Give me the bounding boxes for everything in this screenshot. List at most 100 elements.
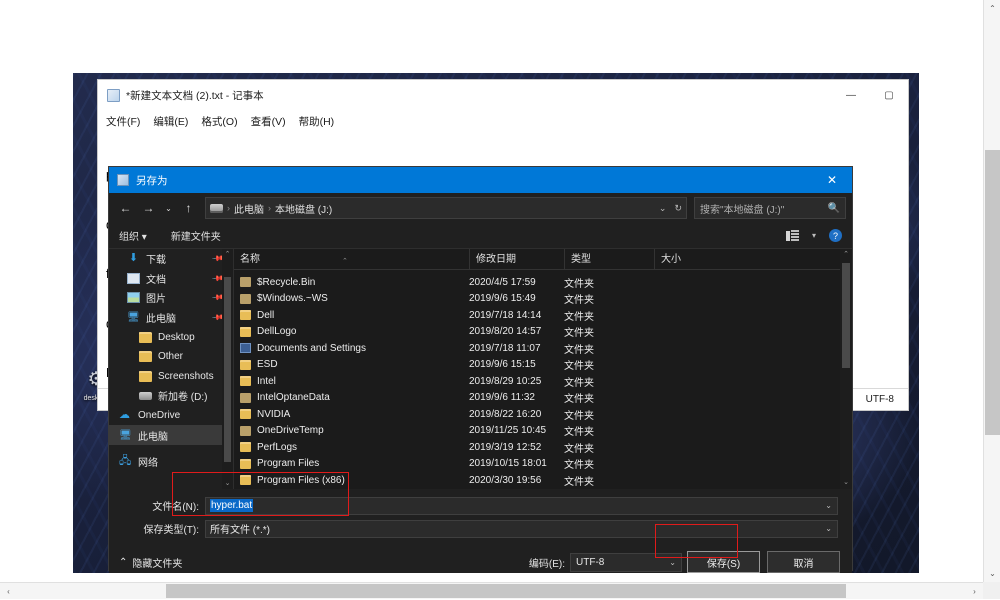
- sidebar-item-desktop[interactable]: Desktop: [109, 327, 233, 347]
- file-name: $Windows.~WS: [257, 293, 328, 304]
- encoding-status: UTF-8: [852, 394, 908, 405]
- filename-input[interactable]: hyper.bat ⌄: [205, 497, 838, 515]
- table-row[interactable]: $Recycle.Bin 2020/4/5 17:59 文件夹: [234, 274, 852, 291]
- menu-view[interactable]: 查看(V): [251, 114, 286, 129]
- address-bar[interactable]: › 此电脑 › 本地磁盘 (J:) ⌄ ↻: [205, 197, 687, 219]
- maximize-button[interactable]: ▢: [870, 80, 908, 110]
- resize-grip[interactable]: ◢: [844, 572, 850, 573]
- scrollbar-thumb[interactable]: [166, 584, 846, 598]
- table-row[interactable]: Documents and Settings 2019/7/18 11:07 文…: [234, 340, 852, 357]
- table-row[interactable]: ESD 2019/9/6 15:15 文件夹: [234, 357, 852, 374]
- sidebar-item-downloads[interactable]: ⬇ 下载 📌: [109, 249, 233, 269]
- column-header-name[interactable]: 名称 ⌃: [234, 249, 469, 270]
- column-header-type[interactable]: 类型: [564, 249, 654, 270]
- menu-edit[interactable]: 编辑(E): [153, 114, 188, 129]
- column-header-date[interactable]: 修改日期: [469, 249, 564, 270]
- sidebar-scrollbar[interactable]: ⌃ ⌄: [222, 249, 233, 489]
- chevron-down-icon[interactable]: ⌄: [669, 558, 676, 567]
- scroll-right-icon[interactable]: ›: [966, 583, 983, 600]
- sidebar-item-documents[interactable]: 文档 📌: [109, 269, 233, 289]
- table-row[interactable]: NVIDIA 2019/8/22 16:20 文件夹: [234, 406, 852, 423]
- menu-help[interactable]: 帮助(H): [299, 114, 335, 129]
- sidebar-item-this-pc-pinned[interactable]: 🖥 此电脑 📌: [109, 308, 233, 328]
- sidebar-item-this-pc[interactable]: 🖥 此电脑: [109, 425, 233, 445]
- recent-locations-icon[interactable]: ⌄: [161, 197, 176, 219]
- sidebar-item-new-volume-d[interactable]: 新加卷 (D:): [109, 386, 233, 406]
- breadcrumb-local-disk[interactable]: 本地磁盘 (J:): [275, 201, 332, 216]
- table-row[interactable]: PerfLogs 2019/3/19 12:52 文件夹: [234, 439, 852, 456]
- minimize-button[interactable]: —: [832, 80, 870, 110]
- table-row[interactable]: Program Files 2019/10/15 18:01 文件夹: [234, 456, 852, 473]
- table-row[interactable]: OneDriveTemp 2019/11/25 10:45 文件夹: [234, 423, 852, 440]
- back-icon[interactable]: ←: [115, 197, 136, 219]
- cancel-button[interactable]: 取消: [767, 551, 840, 573]
- address-bar-actions[interactable]: ⌄ ↻: [659, 203, 682, 214]
- chevron-down-icon[interactable]: ⌄: [825, 524, 832, 533]
- new-folder-button[interactable]: 新建文件夹: [171, 228, 221, 243]
- file-list-header[interactable]: 名称 ⌃ 修改日期 类型 大小: [234, 249, 852, 270]
- up-icon[interactable]: ↑: [178, 197, 199, 219]
- table-row[interactable]: Program Files (x86) 2020/3/30 19:56 文件夹: [234, 472, 852, 489]
- sidebar-item-screenshots[interactable]: Screenshots: [109, 367, 233, 387]
- organize-button[interactable]: 组织 ▾: [119, 228, 147, 243]
- table-row[interactable]: Intel 2019/8/29 10:25 文件夹: [234, 373, 852, 390]
- scroll-up-icon[interactable]: ⌃: [222, 249, 233, 260]
- table-row[interactable]: DellLogo 2019/8/20 14:57 文件夹: [234, 324, 852, 341]
- toolbar-right-group[interactable]: ▾ ?: [786, 229, 842, 242]
- dialog-navigation-bar[interactable]: ← → ⌄ ↑ › 此电脑 › 本地磁盘 (J:) ⌄ ↻ 搜索"本地磁盘 (J: [109, 193, 852, 223]
- search-input[interactable]: 搜索"本地磁盘 (J:)" 🔍: [694, 197, 846, 219]
- file-list-scrollbar[interactable]: ⌃ ⌄: [840, 249, 852, 489]
- scroll-up-icon[interactable]: ⌃: [984, 0, 1000, 17]
- hide-folders-toggle[interactable]: ⌃ 隐藏文件夹: [119, 555, 182, 570]
- sidebar-item-onedrive[interactable]: ☁ OneDrive: [109, 406, 233, 426]
- notepad-window-controls[interactable]: — ▢: [832, 80, 908, 110]
- scrollbar-thumb[interactable]: [842, 263, 850, 368]
- notepad-menubar[interactable]: 文件(F) 编辑(E) 格式(O) 查看(V) 帮助(H): [98, 110, 908, 132]
- view-caret-icon[interactable]: ▾: [812, 231, 816, 240]
- hide-folders-label: 隐藏文件夹: [132, 555, 182, 570]
- dialog-toolbar[interactable]: 组织 ▾ 新建文件夹 ▾ ?: [109, 223, 852, 249]
- page-horizontal-scrollbar[interactable]: ‹ ›: [0, 582, 1000, 599]
- folder-icon: [139, 351, 152, 362]
- scrollbar-thumb[interactable]: [985, 150, 1000, 435]
- chevron-down-icon[interactable]: ⌄: [659, 203, 667, 214]
- search-icon[interactable]: 🔍: [828, 203, 840, 214]
- sidebar-item-network[interactable]: 🖧 网络: [109, 452, 233, 472]
- scroll-down-icon[interactable]: ⌄: [984, 565, 1000, 582]
- forward-icon[interactable]: →: [138, 197, 159, 219]
- scroll-down-icon[interactable]: ⌄: [840, 477, 852, 489]
- refresh-icon[interactable]: ↻: [674, 203, 682, 214]
- notepad-titlebar[interactable]: *新建文本文档 (2).txt - 记事本 — ▢: [98, 80, 908, 110]
- dialog-titlebar[interactable]: 另存为 ✕: [109, 167, 852, 193]
- page-vertical-scrollbar[interactable]: ⌃ ⌄: [983, 0, 1000, 582]
- table-row[interactable]: Dell 2019/7/18 14:14 文件夹: [234, 307, 852, 324]
- menu-file[interactable]: 文件(F): [106, 114, 140, 129]
- filetype-select[interactable]: 所有文件 (*.*) ⌄: [205, 520, 838, 538]
- help-icon[interactable]: ?: [829, 229, 842, 242]
- sidebar-item-label: Desktop: [158, 332, 195, 343]
- filetype-label: 保存类型(T):: [109, 521, 205, 536]
- view-layout-icon[interactable]: [786, 230, 799, 241]
- folder-dim-icon: [240, 393, 251, 403]
- chevron-down-icon[interactable]: ⌄: [825, 501, 832, 510]
- sidebar-item-other[interactable]: Other: [109, 347, 233, 367]
- scroll-down-icon[interactable]: ⌄: [222, 478, 233, 489]
- scroll-left-icon[interactable]: ‹: [0, 583, 17, 600]
- scrollbar-thumb[interactable]: [224, 277, 231, 462]
- column-header-size[interactable]: 大小: [654, 249, 744, 270]
- file-type: 文件夹: [564, 390, 654, 405]
- breadcrumb-this-pc[interactable]: 此电脑: [234, 201, 264, 216]
- close-icon[interactable]: ✕: [812, 167, 852, 193]
- file-name: Dell: [257, 310, 274, 321]
- navigation-pane[interactable]: ⬇ 下载 📌 文档 📌 图片 📌 🖥: [109, 249, 234, 489]
- save-button[interactable]: 保存(S): [687, 551, 760, 573]
- save-as-dialog[interactable]: 另存为 ✕ ← → ⌄ ↑ › 此电脑 › 本地磁盘 (J:) ⌄ ↻: [108, 166, 853, 571]
- table-row[interactable]: IntelOptaneData 2019/9/6 11:32 文件夹: [234, 390, 852, 407]
- file-list[interactable]: 名称 ⌃ 修改日期 类型 大小 $Recycle.Bin 2020/4/5 17…: [234, 249, 852, 489]
- menu-format[interactable]: 格式(O): [201, 114, 237, 129]
- encoding-select[interactable]: UTF-8 ⌄: [570, 553, 682, 572]
- drive-icon: [139, 392, 152, 400]
- table-row[interactable]: $Windows.~WS 2019/9/6 15:49 文件夹: [234, 291, 852, 308]
- scroll-up-icon[interactable]: ⌃: [840, 249, 852, 261]
- sidebar-item-pictures[interactable]: 图片 📌: [109, 288, 233, 308]
